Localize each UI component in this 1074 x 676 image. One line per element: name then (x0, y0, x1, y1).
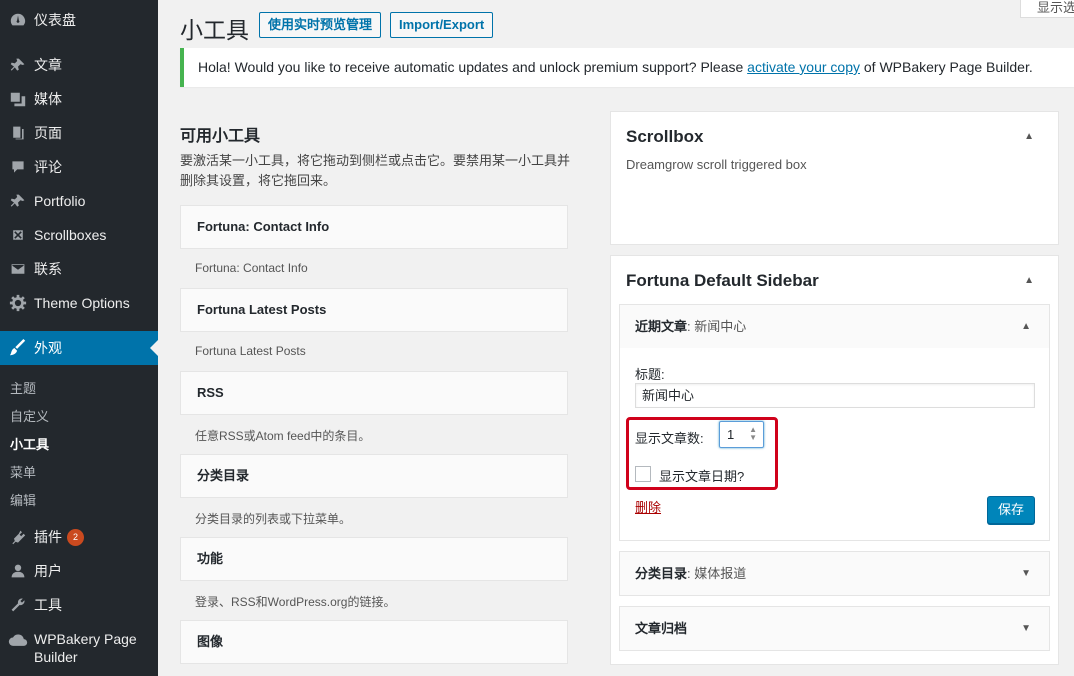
comment-icon (8, 157, 28, 177)
widget-rss[interactable]: RSS (180, 371, 568, 415)
widget-desc: Fortuna: Contact Info (195, 261, 308, 275)
plugin-icon (8, 527, 28, 547)
menu-label: 联系 (34, 261, 62, 277)
cloud-icon (8, 630, 28, 650)
sidebar-title: Fortuna Default Sidebar (626, 271, 819, 290)
widget-categories[interactable]: 分类目录 (180, 454, 568, 498)
menu-media[interactable]: 媒体 (0, 82, 158, 116)
widget-desc: 登录、RSS和WordPress.org的链接。 (195, 595, 396, 609)
box-icon (8, 225, 28, 245)
submenu-customize[interactable]: 自定义 (10, 406, 49, 425)
pin-icon (8, 191, 28, 211)
menu-label: Theme Options (34, 295, 130, 311)
menu-comments[interactable]: 评论 (0, 150, 158, 184)
widget-desc: Fortuna Latest Posts (195, 344, 306, 358)
widget-latest-posts[interactable]: Fortuna Latest Posts (180, 288, 568, 332)
dashboard-icon (8, 10, 28, 30)
menu-posts[interactable]: 文章 (0, 48, 158, 82)
menu-scrollboxes[interactable]: Scrollboxes (0, 218, 158, 252)
menu-dashboard[interactable]: 仪表盘 (0, 3, 158, 37)
highlight-box (626, 417, 778, 490)
expand-arrow-icon[interactable]: ▼ (1021, 552, 1031, 596)
screen-options-button[interactable]: 显示选项 (1020, 0, 1074, 18)
menu-label: 外观 (34, 340, 62, 356)
menu-label: 用户 (34, 563, 62, 579)
submenu-widgets[interactable]: 小工具 (10, 434, 49, 453)
pin-icon (8, 55, 28, 75)
collapse-arrow-icon[interactable]: ▲ (1024, 275, 1034, 286)
menu-portfolio[interactable]: Portfolio (0, 184, 158, 218)
brush-icon (8, 338, 28, 358)
menu-pages[interactable]: 页面 (0, 116, 158, 150)
menu-label: 工具 (34, 597, 62, 613)
media-icon (8, 89, 28, 109)
archive-widget[interactable]: 文章归档 ▼ (619, 606, 1050, 651)
admin-sidebar: 仪表盘 文章 媒体 页面 评论 Portfolio Scrollboxes 联系… (0, 0, 158, 676)
menu-wpbakery[interactable]: WPBakery Page Builder (0, 630, 158, 668)
page-title: 小工具 (180, 17, 249, 43)
title-label: 标题: (635, 367, 665, 382)
gear-icon (8, 293, 28, 313)
import-export-button[interactable]: Import/Export (390, 12, 494, 38)
collapse-arrow-icon[interactable]: ▲ (1024, 131, 1034, 142)
widget-desc: 分类目录的列表或下拉菜单。 (195, 512, 352, 526)
menu-label: Portfolio (34, 193, 86, 209)
menu-label: 页面 (34, 125, 62, 141)
collapse-arrow-icon[interactable]: ▲ (1021, 305, 1031, 349)
menu-users[interactable]: 用户 (0, 554, 158, 588)
menu-label: 仪表盘 (34, 12, 76, 28)
category-widget[interactable]: 分类目录: 媒体报道 ▼ (619, 551, 1050, 596)
menu-tools[interactable]: 工具 (0, 588, 158, 622)
user-icon (8, 561, 28, 581)
menu-label: 媒体 (34, 91, 62, 107)
submenu-menus[interactable]: 菜单 (10, 462, 36, 481)
recent-posts-widget-header[interactable]: 近期文章: 新闻中心 ▲ (619, 304, 1050, 349)
widget-subtitle: 新闻中心 (694, 319, 747, 334)
submenu-editor[interactable]: 编辑 (10, 490, 36, 509)
notice-text-end: of WPBakery Page Builder. (860, 59, 1033, 75)
submenu-themes[interactable]: 主题 (10, 378, 36, 397)
widget-meta[interactable]: 功能 (180, 537, 568, 581)
widget-title: 分类目录 (635, 566, 688, 581)
menu-label: 插件 (34, 529, 62, 545)
page-icon (8, 123, 28, 143)
title-input[interactable]: 新闻中心 (635, 383, 1035, 408)
scrollbox-sidebar: Scrollbox ▲ Dreamgrow scroll triggered b… (610, 111, 1059, 245)
sidebar-desc: Dreamgrow scroll triggered box (626, 157, 807, 172)
available-widgets-title: 可用小工具 (180, 128, 261, 145)
widget-title: 近期文章 (635, 319, 688, 334)
sidebar-title: Scrollbox (626, 127, 704, 146)
menu-label: Scrollboxes (34, 227, 107, 243)
save-button[interactable]: 保存 (987, 496, 1035, 524)
available-widgets-desc: 要激活某一小工具，将它拖动到侧栏或点击它。要禁用某一小工具并删除其设置，将它拖回… (180, 153, 571, 188)
mail-icon (8, 259, 28, 279)
expand-arrow-icon[interactable]: ▼ (1021, 607, 1031, 651)
menu-contact[interactable]: 联系 (0, 252, 158, 286)
menu-label: 评论 (34, 159, 62, 175)
menu-label: 文章 (34, 57, 62, 73)
notice-text: Hola! Would you like to receive automati… (198, 59, 748, 75)
wrench-icon (8, 595, 28, 615)
widget-subtitle: 媒体报道 (694, 566, 747, 581)
widget-contact-info[interactable]: Fortuna: Contact Info (180, 205, 568, 249)
widget-desc: 任意RSS或Atom feed中的条目。 (195, 429, 371, 443)
live-preview-button[interactable]: 使用实时预览管理 (259, 12, 382, 38)
activate-link[interactable]: activate your copy (747, 59, 860, 75)
menu-plugins[interactable]: 插件 2 (0, 520, 158, 554)
update-notice: Hola! Would you like to receive automati… (180, 48, 1074, 87)
delete-link[interactable]: 删除 (635, 497, 661, 516)
widget-image[interactable]: 图像 (180, 620, 568, 664)
widget-title: 文章归档 (635, 621, 688, 636)
menu-label: WPBakery Page Builder (34, 631, 137, 665)
update-count-badge: 2 (67, 528, 84, 546)
menu-theme-options[interactable]: Theme Options (0, 286, 158, 320)
menu-appearance[interactable]: 外观 (0, 331, 158, 365)
